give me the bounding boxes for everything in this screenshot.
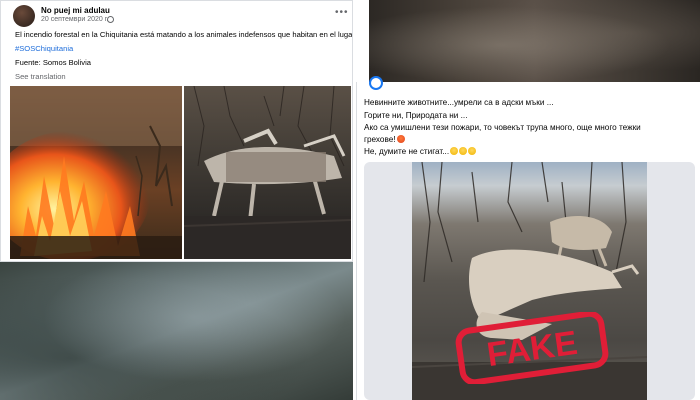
carcass-photo[interactable] bbox=[184, 86, 351, 259]
fire-photo[interactable] bbox=[10, 86, 182, 259]
author-name[interactable]: No puej mi adulau bbox=[41, 6, 110, 15]
blurred-photo-bottom bbox=[0, 262, 353, 400]
post-line-3: Ако са умишлени тези пожари, то човекът … bbox=[364, 123, 641, 132]
fake-stamp-icon: FAKE bbox=[455, 312, 609, 384]
author-avatar-right[interactable] bbox=[369, 76, 383, 90]
sad-emoji-icon bbox=[450, 147, 459, 155]
right-post-card: Невинните животните...умрели са в адски … bbox=[356, 76, 700, 400]
author-avatar[interactable] bbox=[13, 5, 35, 27]
sad-emoji-icon bbox=[459, 147, 468, 155]
post-line-5: Не, думите не стигат... bbox=[364, 146, 477, 157]
image-container: FAKE bbox=[364, 162, 695, 400]
post-line-1: Невинните животните...умрели са в адски … bbox=[364, 98, 554, 107]
source-text: Fuente: Somos Bolivia bbox=[15, 58, 91, 67]
globe-icon bbox=[107, 16, 114, 23]
post-line-4: грехове! bbox=[364, 134, 405, 145]
post-date[interactable]: 20 септември 2020 г. bbox=[41, 16, 108, 23]
angry-emoji-icon bbox=[396, 135, 405, 143]
dead-animals-photo[interactable]: FAKE bbox=[412, 162, 647, 400]
see-translation-link[interactable]: See translation bbox=[15, 72, 66, 82]
fire-illustration bbox=[10, 86, 182, 259]
sad-emoji-icon bbox=[468, 147, 477, 155]
left-post-card: No puej mi adulau 20 септември 2020 г. •… bbox=[0, 0, 353, 262]
post-text: El incendio forestal en la Chiquitania e… bbox=[15, 30, 353, 39]
blurred-photo-top bbox=[369, 0, 700, 82]
hashtag-link[interactable]: #SOSChiquitania bbox=[15, 44, 73, 54]
post-line-2: Горите ни, Природата ни ... bbox=[364, 111, 468, 120]
more-horizontal-icon[interactable]: ••• bbox=[335, 7, 349, 18]
carcass-illustration bbox=[184, 86, 351, 259]
